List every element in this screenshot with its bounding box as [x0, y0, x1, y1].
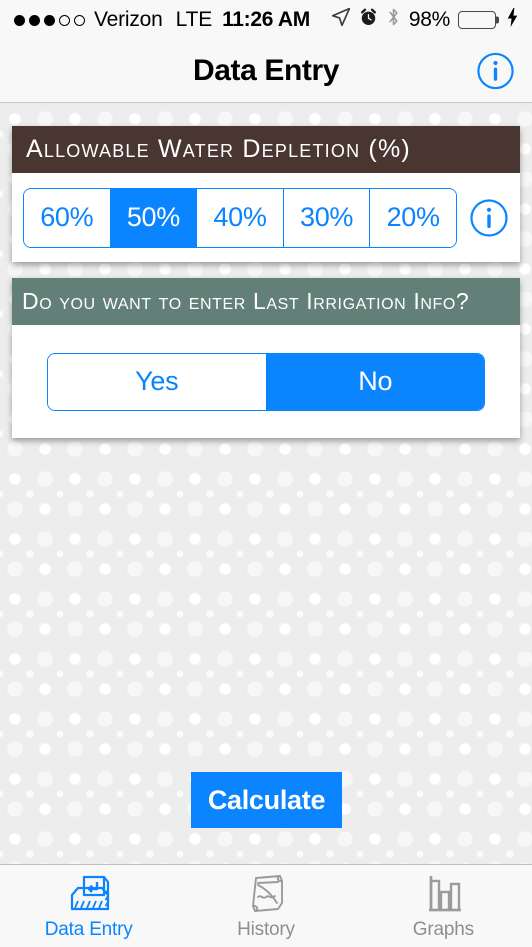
status-bar: Verizon LTE 11:26 AM 98%: [0, 0, 532, 40]
segment-20-percent[interactable]: 20%: [369, 188, 456, 247]
signal-dot: [14, 14, 25, 26]
card-header-allowable-water-depletion: Allowable Water Depletion (%): [12, 126, 520, 173]
segment-40-percent[interactable]: 40%: [196, 188, 283, 247]
segment-50-percent[interactable]: 50%: [109, 188, 197, 247]
status-bar-left: Verizon LTE: [14, 8, 212, 32]
bluetooth-icon: [386, 7, 401, 33]
battery-icon: [458, 11, 496, 29]
battery-percentage: 98%: [408, 8, 450, 31]
tab-data-entry[interactable]: Data Entry: [0, 865, 177, 947]
app-screen: Verizon LTE 11:26 AM 98% Data Entry Allo…: [0, 0, 532, 947]
segment-60-percent[interactable]: 60%: [24, 188, 110, 247]
content-area: Allowable Water Depletion (%) 60% 50% 40…: [0, 104, 532, 865]
navigation-bar: Data Entry: [0, 40, 532, 103]
info-icon[interactable]: [476, 52, 515, 91]
tab-history[interactable]: History: [177, 865, 354, 947]
signal-strength-dots: [14, 14, 85, 26]
alarm-clock-icon: [359, 8, 378, 33]
data-entry-tray-icon: [63, 871, 115, 917]
bar-chart-icon: [417, 871, 469, 917]
status-bar-right: 98%: [331, 7, 518, 33]
signal-dot: [44, 14, 55, 26]
page-title: Data Entry: [192, 54, 340, 87]
calculate-button[interactable]: Calculate: [191, 772, 342, 828]
carrier-name: Verizon: [94, 8, 163, 31]
card-body-allowable-water-depletion: 60% 50% 40% 30% 20%: [12, 173, 520, 262]
segment-30-percent[interactable]: 30%: [282, 188, 370, 247]
tab-label-data-entry: Data Entry: [44, 919, 133, 940]
charging-bolt-icon: [507, 8, 518, 32]
segmented-control-water-depletion[interactable]: 60% 50% 40% 30% 20%: [23, 187, 457, 248]
tab-graphs[interactable]: Graphs: [355, 865, 532, 947]
card-allowable-water-depletion: Allowable Water Depletion (%) 60% 50% 40…: [12, 126, 520, 262]
card-last-irrigation-info: Do you want to enter Last Irrigation Inf…: [12, 278, 520, 438]
signal-dot: [74, 14, 85, 26]
scroll-icon: [240, 871, 292, 917]
tab-bar: Data Entry History Graphs: [0, 864, 532, 947]
water-depletion-info-icon[interactable]: [469, 198, 509, 238]
segmented-control-last-irrigation[interactable]: Yes No: [47, 352, 485, 411]
signal-dot: [29, 14, 40, 26]
location-arrow-icon: [331, 7, 351, 33]
signal-dot: [59, 14, 70, 26]
segment-yes[interactable]: Yes: [48, 353, 266, 410]
card-header-last-irrigation-info: Do you want to enter Last Irrigation Inf…: [12, 278, 520, 325]
tab-label-history: History: [237, 919, 295, 940]
tab-label-graphs: Graphs: [412, 919, 474, 940]
card-body-last-irrigation-info: Yes No: [12, 325, 520, 438]
network-type: LTE: [175, 8, 213, 31]
segment-no[interactable]: No: [265, 353, 484, 410]
